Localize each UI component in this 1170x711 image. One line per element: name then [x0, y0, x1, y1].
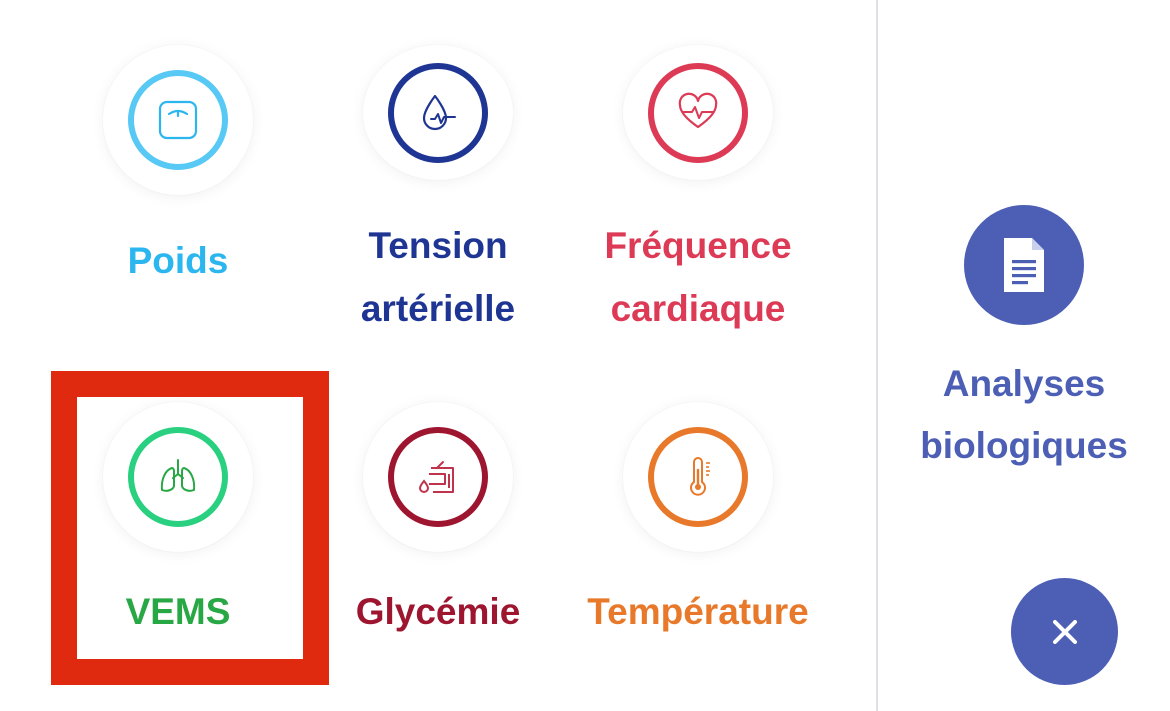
- measure-label-poids: Poids: [127, 240, 229, 281]
- lungs-icon: [160, 459, 196, 492]
- measure-tile-vems[interactable]: VEMS: [48, 357, 308, 697]
- close-icon: [1052, 619, 1077, 644]
- heart-rate-icon: [678, 92, 718, 128]
- measure-tile-tension-arterielle[interactable]: Tension artérielle: [308, 0, 568, 340]
- measure-ring: [648, 427, 748, 527]
- measure-ring: [648, 62, 748, 163]
- measure-tile-poids[interactable]: Poids: [48, 0, 308, 340]
- measure-tile-glycemie[interactable]: Glycémie: [308, 357, 568, 697]
- thermometer-icon: [690, 457, 710, 496]
- glucose-icon: [418, 461, 454, 493]
- measure-label-frequence-cardiaque: Fréquence cardiaque: [604, 225, 792, 329]
- document-icon: [1004, 238, 1044, 292]
- measure-ring: [128, 70, 228, 170]
- measure-label-glycemie: Glycémie: [355, 591, 521, 632]
- measure-ring: [128, 427, 228, 527]
- measure-label-tension-arterielle: Tension artérielle: [360, 225, 516, 329]
- measure-disc: [103, 402, 253, 552]
- close-button[interactable]: [1011, 578, 1118, 685]
- analyses-biologiques-button[interactable]: Analyses biologiques: [900, 205, 1148, 477]
- measure-label-temperature: Température: [587, 591, 809, 632]
- measure-disc: [103, 45, 253, 195]
- analyses-icon-circle: [964, 205, 1084, 325]
- measure-disc: [623, 402, 773, 552]
- measure-disc: [363, 45, 513, 180]
- measure-ring: [388, 427, 488, 527]
- blood-pressure-drop-icon: [422, 94, 456, 130]
- analyses-biologiques-label: Analyses biologiques: [920, 363, 1128, 466]
- measure-ring: [388, 62, 488, 163]
- measure-label-vems: VEMS: [125, 591, 231, 632]
- panel-divider: [876, 0, 878, 711]
- measure-disc: [363, 402, 513, 552]
- measure-disc: [623, 45, 773, 180]
- scale-icon: [158, 100, 198, 140]
- measure-tile-frequence-cardiaque[interactable]: Fréquence cardiaque: [568, 0, 828, 340]
- measure-tile-temperature[interactable]: Température: [568, 357, 828, 697]
